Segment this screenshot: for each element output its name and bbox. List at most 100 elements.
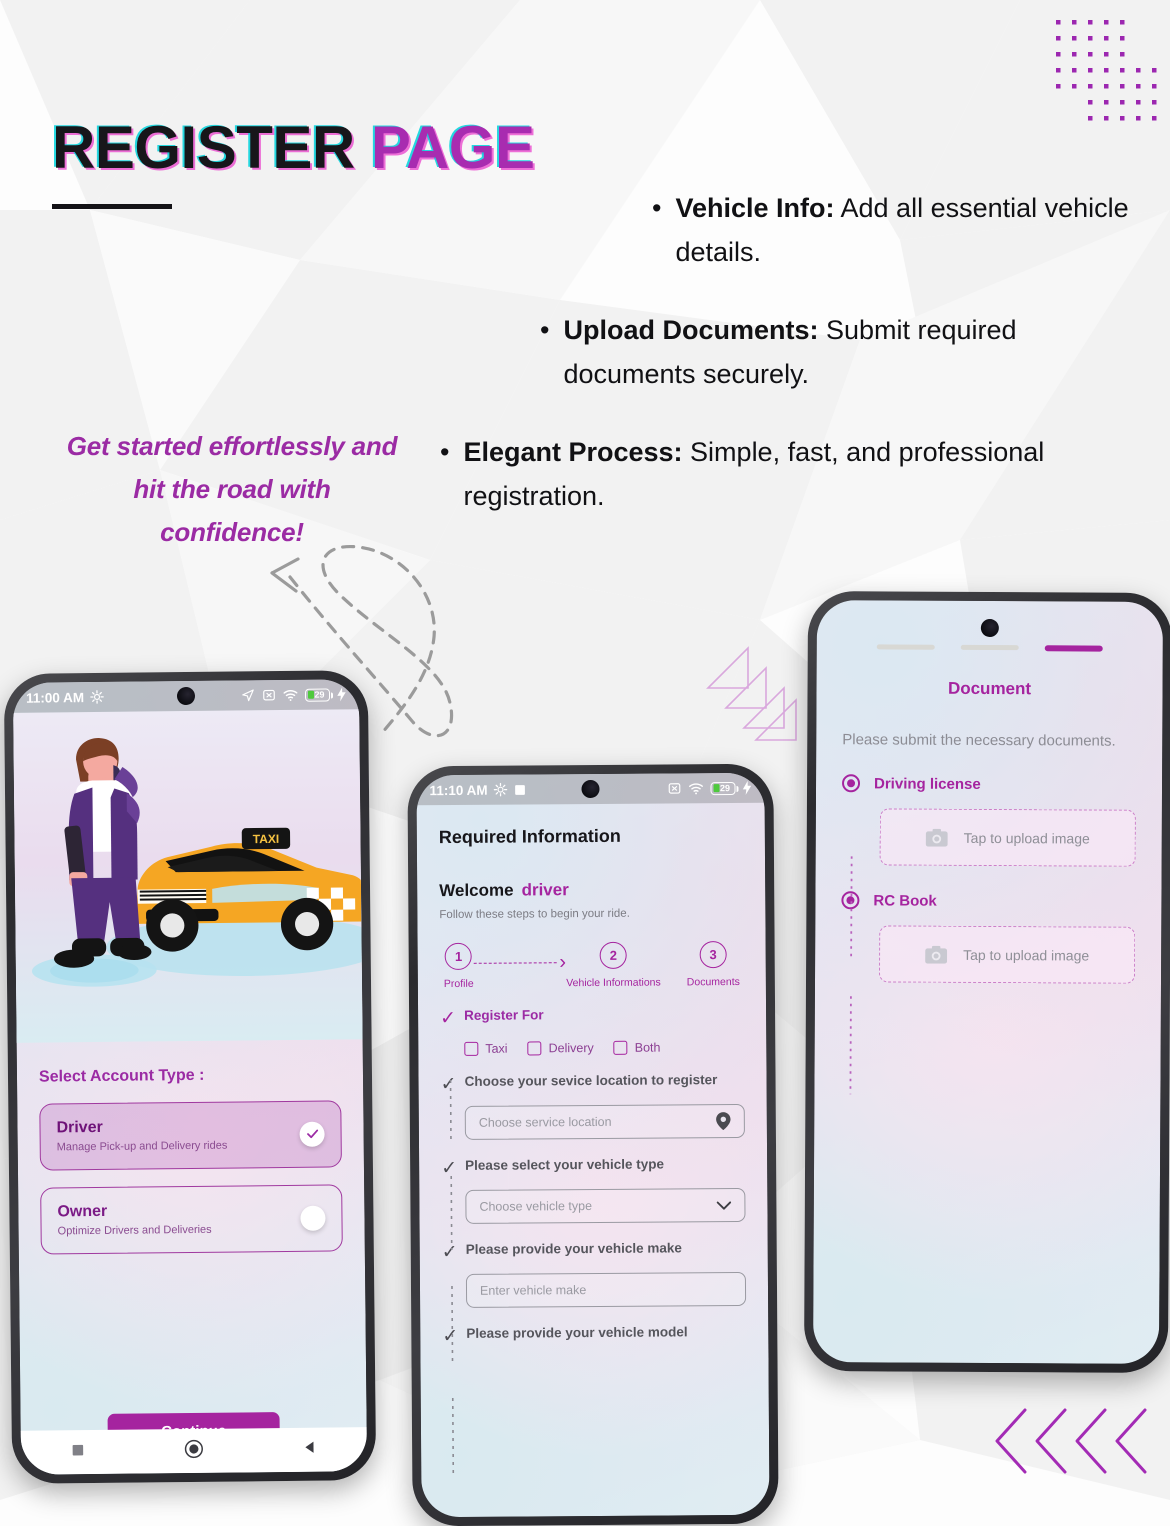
status-time: 11:10 AM [429, 782, 487, 797]
service-location-input[interactable]: Choose service location [465, 1104, 745, 1140]
checkbox-delivery[interactable]: Delivery [528, 1041, 594, 1055]
form-section-register-for: ✓ Register For [440, 1006, 744, 1028]
bullet-dot-icon: • [440, 430, 449, 518]
account-option-owner[interactable]: Owner Optimize Drivers and Deliveries [40, 1184, 343, 1254]
title-underline [52, 204, 172, 209]
phone-mockup-documents: Document Please submit the necessary doc… [804, 591, 1170, 1373]
documents-screen: Document Please submit the necessary doc… [815, 644, 1163, 984]
form-section-vehicle-model: ✓ Please provide your vehicle model [442, 1324, 746, 1346]
navigation-icon [241, 688, 255, 702]
bullet-lead: Elegant Process: [463, 437, 682, 467]
section-label: Choose your sevice location to register [465, 1072, 718, 1089]
vehicle-type-select[interactable]: Choose vehicle type [465, 1188, 745, 1224]
tagline-text: Get started effortlessly and hit the roa… [62, 425, 402, 554]
checkbox-label: Delivery [549, 1041, 594, 1055]
charging-bolt-icon [337, 687, 346, 701]
document-label: RC Book [873, 892, 936, 909]
progress-step-2[interactable] [961, 645, 1019, 650]
chevron-down-icon[interactable] [716, 1201, 731, 1210]
option-subtitle: Manage Pick-up and Delivery rides [57, 1139, 300, 1154]
check-icon: ✓ [440, 1008, 464, 1028]
phone-screen: Document Please submit the necessary doc… [813, 600, 1163, 1364]
upload-text: Tap to upload image [963, 946, 1089, 963]
list-item: • Upload Documents: Submit required docu… [430, 308, 1150, 396]
checkbox-both[interactable]: Both [614, 1041, 661, 1055]
bullet-dot-icon: • [540, 308, 549, 396]
select-placeholder: Choose vehicle type [479, 1199, 592, 1214]
checkbox-icon[interactable] [464, 1042, 478, 1056]
list-item: • Vehicle Info: Add all essential vehicl… [430, 186, 1150, 274]
gear-icon [90, 690, 104, 704]
vehicle-make-input[interactable]: Enter vehicle make [466, 1272, 746, 1308]
battery-icon: 29 [305, 688, 330, 701]
upload-area-driving-license[interactable]: Tap to upload image [880, 808, 1136, 866]
section-label: Select Account Type : [39, 1065, 341, 1086]
option-title: Driver [56, 1117, 299, 1138]
screen-title: Required Information [439, 825, 743, 848]
chevron-decoration [985, 1400, 1155, 1482]
checkbox-icon[interactable] [614, 1041, 628, 1055]
recents-square-icon[interactable] [70, 1443, 84, 1462]
upload-area-rc-book[interactable]: Tap to upload image [879, 925, 1135, 983]
welcome-username: driver [521, 880, 568, 899]
camera-icon [925, 945, 947, 963]
input-placeholder: Enter vehicle make [480, 1283, 586, 1298]
phone-screen: 11:10 AM [416, 773, 769, 1517]
back-triangle-icon[interactable] [302, 1440, 317, 1460]
section-label: Please provide your vehicle model [466, 1324, 687, 1341]
svg-text:TAXI: TAXI [253, 832, 280, 846]
checkbox-label: Both [635, 1041, 661, 1055]
progress-step-3-active[interactable] [1045, 645, 1103, 651]
phone-frame: 11:00 AM [4, 670, 376, 1484]
feature-bullet-list: • Vehicle Info: Add all essential vehicl… [430, 186, 1150, 552]
phone-mockup-required-information: 11:10 AM [407, 764, 778, 1526]
camera-punch-hole-icon [177, 687, 195, 705]
welcome-subtitle: Follow these steps to begin your ride. [439, 907, 743, 921]
charging-bolt-icon [742, 781, 751, 795]
location-pin-icon[interactable] [716, 1112, 731, 1130]
document-dotted-rail [848, 856, 853, 1096]
section-label: Please select your vehicle type [465, 1157, 664, 1173]
status-time: 11:00 AM [26, 690, 84, 706]
option-subtitle: Optimize Drivers and Deliveries [58, 1223, 301, 1238]
progress-step-1[interactable] [877, 644, 935, 649]
account-option-driver[interactable]: Driver Manage Pick-up and Delivery rides [39, 1100, 342, 1170]
title-second-word: PAGE [371, 114, 535, 181]
form-section-service-location: ✓ Choose your sevice location to registe… [441, 1072, 745, 1094]
upload-text: Tap to upload image [964, 829, 1090, 846]
form-section-vehicle-make: ✓ Please provide your vehicle make [442, 1240, 746, 1262]
title-first-word: REGISTER [52, 114, 371, 181]
phone-frame: Document Please submit the necessary doc… [804, 591, 1170, 1373]
phone-mockup-account-type: 11:00 AM [4, 670, 376, 1484]
wifi-icon [283, 688, 298, 701]
phone-screen: 11:00 AM [13, 679, 367, 1475]
welcome-label: Welcome [439, 881, 513, 901]
document-row-driving-license[interactable]: Driving license [842, 774, 1136, 794]
arrowhead-icon [272, 559, 298, 591]
step-label: Profile [444, 978, 474, 990]
camera-punch-hole-icon [981, 619, 999, 637]
document-row-rc-book[interactable]: RC Book [841, 891, 1135, 911]
radio-selected-icon[interactable] [299, 1121, 324, 1146]
gear-icon [493, 783, 507, 797]
step-connector: › [473, 955, 566, 970]
android-navigation-bar [21, 1427, 367, 1475]
hero-illustration-taxi-driver: TAXI [13, 709, 362, 1043]
step-documents[interactable]: 3 Documents [686, 941, 739, 988]
option-title: Owner [57, 1201, 300, 1222]
radio-unselected-icon[interactable] [300, 1205, 325, 1230]
bullet-lead: Vehicle Info: [675, 193, 834, 223]
progress-indicator [843, 644, 1137, 652]
step-vehicle-informations[interactable]: 2 Vehicle Informations [566, 942, 661, 990]
bullet-dot-icon: • [652, 186, 661, 274]
home-circle-icon[interactable] [183, 1438, 203, 1463]
checkbox-taxi[interactable]: Taxi [464, 1042, 507, 1056]
no-sim-icon [262, 688, 276, 702]
checkbox-icon[interactable] [528, 1041, 542, 1055]
list-item: • Elegant Process: Simple, fast, and pro… [430, 430, 1150, 518]
welcome-row: Welcome driver [439, 879, 743, 901]
section-label: Please provide your vehicle make [466, 1240, 682, 1257]
step-profile[interactable]: 1 Profile [444, 943, 474, 990]
registration-stepper: 1 Profile › 2 Vehicle Informations 3 D [440, 941, 744, 990]
radio-selected-icon[interactable] [842, 774, 860, 792]
